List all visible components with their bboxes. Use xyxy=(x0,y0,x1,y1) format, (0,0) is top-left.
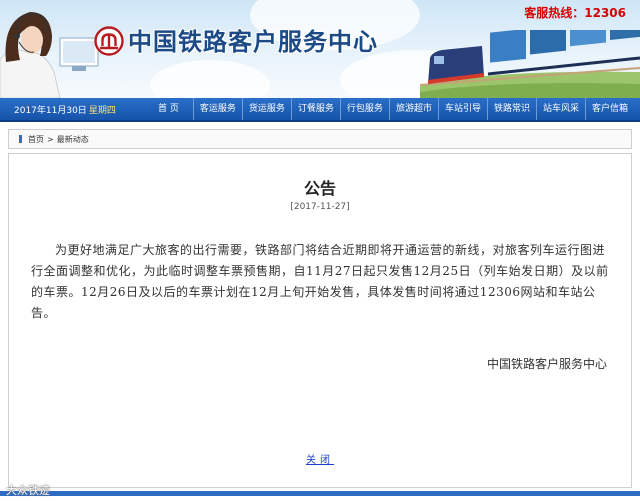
breadcrumb-home-link[interactable]: 首页 xyxy=(28,134,44,145)
announcement-body: 为更好地满足广大旅客的出行需要，铁路部门将结合近期即将开通运营的新线，对旅客列车… xyxy=(31,243,609,320)
site-title: 中国铁路客户服务中心 xyxy=(128,28,378,56)
hotline-text: 客服热线：12306 xyxy=(524,6,626,20)
nav-item-station-gallery[interactable]: 站车风采 xyxy=(535,98,585,120)
nav-item-station-guide[interactable]: 车站引导 xyxy=(437,98,487,120)
nav-item-railway-knowledge[interactable]: 铁路常识 xyxy=(486,98,536,120)
current-date: 2017年11月30日 星期四 xyxy=(0,103,144,116)
railway-logo-icon xyxy=(94,26,124,56)
announcement-title: 公告 xyxy=(303,179,336,198)
breadcrumb-current-link[interactable]: 最新动态 xyxy=(57,134,89,145)
date-text: 2017年11月30日 xyxy=(14,105,87,116)
announcement-panel: 公告 [2017-11-27] 为更好地满足广大旅客的出行需要，铁路部门将结合近… xyxy=(8,153,632,488)
nav-item-customer-mailbox[interactable]: 客户信箱 xyxy=(585,98,634,120)
nav-item-passenger-service[interactable]: 客运服务 xyxy=(192,98,242,120)
freight-train-icon xyxy=(420,30,640,98)
nav-item-meal-service[interactable]: 订餐服务 xyxy=(290,98,340,120)
breadcrumb: 首页 > 最新动态 xyxy=(8,129,632,149)
cloud-decoration xyxy=(150,60,270,98)
nav-item-home[interactable]: 首 页 xyxy=(144,98,193,120)
site-header: 中国铁路客户服务中心 客服热线：12306 xyxy=(0,0,640,98)
announcement-date: [2017-11-27] xyxy=(290,202,350,212)
bottom-bar xyxy=(0,491,640,496)
watermark-text: 大众铁迹 xyxy=(6,484,50,497)
breadcrumb-separator: > xyxy=(47,134,54,144)
announcement-signature: 中国铁路客户服务中心 xyxy=(486,357,607,371)
weekday-text: 星期四 xyxy=(88,105,116,116)
main-nav-bar: 2017年11月30日 星期四 首 页 客运服务 货运服务 订餐服务 行包服务 旅… xyxy=(0,98,640,122)
breadcrumb-marker-icon xyxy=(19,135,22,143)
close-link[interactable]: 关闭 xyxy=(9,451,631,466)
nav-menu: 首 页 客运服务 货运服务 订餐服务 行包服务 旅游超市 车站引导 铁路常识 站… xyxy=(144,98,634,120)
nav-item-travel-market[interactable]: 旅游超市 xyxy=(388,98,438,120)
nav-item-freight-service[interactable]: 货运服务 xyxy=(241,98,291,120)
nav-item-luggage-service[interactable]: 行包服务 xyxy=(339,98,389,120)
